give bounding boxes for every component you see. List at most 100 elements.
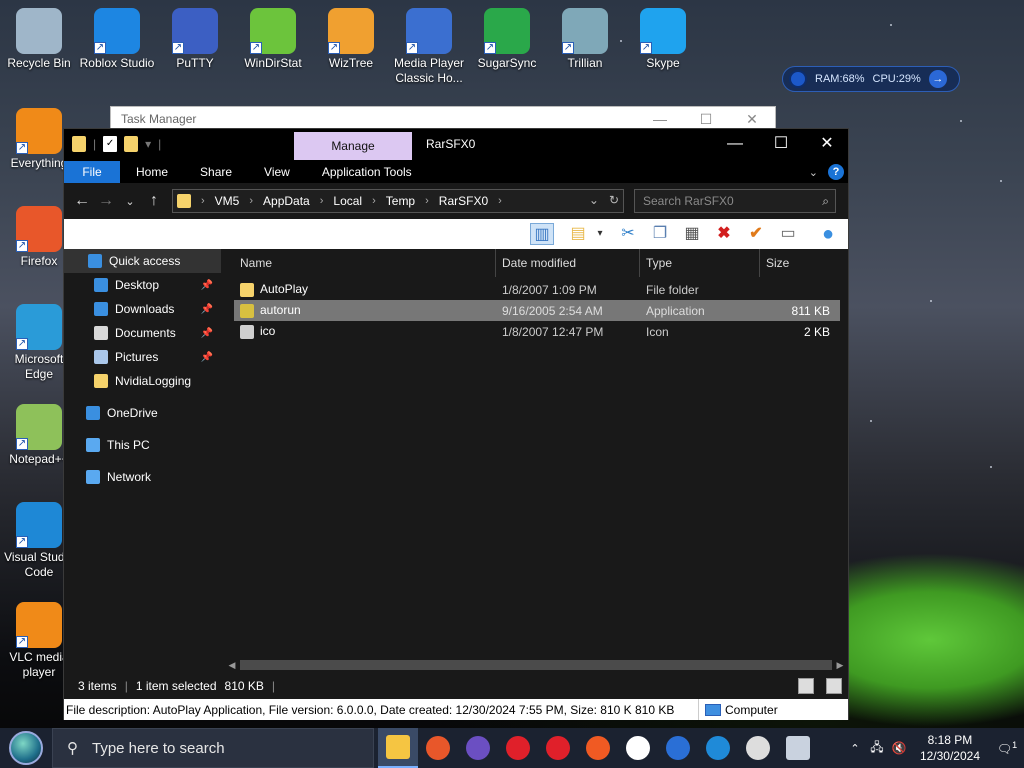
- tab-file[interactable]: File: [64, 161, 120, 183]
- tab-home[interactable]: Home: [120, 161, 184, 183]
- file-row[interactable]: ico 1/8/2007 12:47 PM Icon 2 KB: [234, 321, 840, 342]
- desktop-shortcut[interactable]: ↗ Skype: [624, 8, 702, 71]
- show-hidden-icons-icon[interactable]: ⌃: [844, 742, 866, 755]
- application-icon: [240, 303, 254, 318]
- breadcrumb-vm5[interactable]: VM5: [215, 194, 240, 208]
- details-view-icon[interactable]: [798, 678, 814, 694]
- scroll-right-icon[interactable]: ▶: [832, 657, 848, 673]
- sidebar-item-label: Downloads: [115, 302, 175, 316]
- recent-locations-icon[interactable]: ⌄: [118, 195, 142, 208]
- search-placeholder: Search RarSFX0: [643, 194, 734, 208]
- file-row[interactable]: autorun 9/16/2005 2:54 AM Application 811 K…: [234, 300, 840, 321]
- up-arrow-icon[interactable]: ↑: [142, 192, 166, 210]
- rename-check-icon[interactable]: ✔: [744, 223, 768, 245]
- documents-icon: [94, 326, 108, 340]
- system-monitor-widget[interactable]: RAM:68% CPU:29% →: [782, 66, 960, 92]
- globe-icon[interactable]: ●: [816, 223, 840, 245]
- breadcrumb-temp[interactable]: Temp: [386, 194, 415, 208]
- desktop-shortcut[interactable]: ↗ WizTree: [312, 8, 390, 71]
- recycle-bin-icon: [16, 8, 62, 54]
- column-type[interactable]: Type: [640, 249, 760, 277]
- shortcut-arrow-icon: ↗: [16, 338, 28, 350]
- taskbar-app[interactable]: [458, 728, 498, 768]
- tab-application-tools[interactable]: Application Tools: [306, 161, 428, 183]
- properties-icon[interactable]: ✓: [103, 136, 118, 152]
- paste-icon[interactable]: ▦: [680, 223, 704, 245]
- cut-icon[interactable]: ✂: [616, 223, 640, 245]
- file-row[interactable]: AutoPlay 1/8/2007 1:09 PM File folder: [234, 279, 840, 300]
- desktop-shortcut[interactable]: ↗ Trillian: [546, 8, 624, 71]
- customize-toolbar-icon[interactable]: ▾: [145, 137, 151, 151]
- taskbar-app[interactable]: [618, 728, 658, 768]
- taskbar-app[interactable]: [738, 728, 778, 768]
- taskbar-app[interactable]: [498, 728, 538, 768]
- help-icon[interactable]: ?: [828, 164, 844, 180]
- sidebar-item-label: Network: [107, 470, 152, 484]
- breadcrumb-rarsfx0[interactable]: RarSFX0: [439, 194, 488, 208]
- column-date-modified[interactable]: Date modified: [496, 249, 640, 277]
- taskbar-app[interactable]: [658, 728, 698, 768]
- volume-muted-icon[interactable]: 🔇: [888, 741, 910, 755]
- notifications-icon[interactable]: 🗨1: [990, 740, 1024, 756]
- new-folder-icon[interactable]: [124, 136, 139, 152]
- refresh-icon[interactable]: ↻: [609, 193, 619, 207]
- taskbar-app[interactable]: [538, 728, 578, 768]
- taskbar-search-box[interactable]: ⚲ Type here to search: [52, 728, 374, 768]
- column-size[interactable]: Size: [760, 249, 838, 277]
- manage-contextual-tab[interactable]: Manage: [294, 132, 412, 160]
- clock[interactable]: 8:18 PM 12/30/2024: [910, 732, 990, 764]
- sidebar-item[interactable]: Documents 📌: [64, 321, 221, 345]
- large-icons-view-icon[interactable]: [826, 678, 842, 694]
- desktop-shortcut[interactable]: ↗ Media Player Classic Ho...: [390, 8, 468, 86]
- search-input[interactable]: Search RarSFX0 ⌕: [634, 189, 836, 213]
- desktop-shortcut[interactable]: ↗ PuTTY: [156, 8, 234, 71]
- back-arrow-icon[interactable]: ←: [70, 192, 94, 210]
- address-dropdown-icon[interactable]: ⌄: [589, 193, 599, 207]
- sidebar-item[interactable]: NvidiaLogging: [64, 369, 221, 393]
- minimize-icon[interactable]: —: [712, 129, 758, 161]
- move-to-icon[interactable]: ▤: [566, 223, 590, 245]
- desktop-shortcut[interactable]: ↗ SugarSync: [468, 8, 546, 71]
- network-icon[interactable]: 🖧: [866, 738, 888, 759]
- sidebar-item[interactable]: Pictures 📌: [64, 345, 221, 369]
- sidebar-item[interactable]: Network: [64, 465, 221, 489]
- sidebar-item[interactable]: This PC: [64, 433, 221, 457]
- expand-ribbon-icon[interactable]: ⌄: [809, 166, 818, 179]
- desktop-shortcut[interactable]: ↗ WinDirStat: [234, 8, 312, 71]
- pin-icon: 📌: [200, 279, 213, 291]
- close-icon[interactable]: ✕: [804, 129, 850, 161]
- sidebar-item[interactable]: Desktop 📌: [64, 273, 221, 297]
- breadcrumb-appdata[interactable]: AppData: [263, 194, 310, 208]
- sidebar-item[interactable]: Downloads 📌: [64, 297, 221, 321]
- scroll-thumb[interactable]: [240, 660, 832, 670]
- title-bar[interactable]: | ✓ ▾ | Manage RarSFX0 — ☐ ✕: [64, 129, 848, 161]
- delete-icon[interactable]: ✖: [712, 223, 736, 245]
- copy-icon[interactable]: ❐: [648, 223, 672, 245]
- taskbar-app[interactable]: [418, 728, 458, 768]
- sidebar-item[interactable]: Quick access: [64, 249, 221, 273]
- tab-share[interactable]: Share: [184, 161, 248, 183]
- taskbar-app[interactable]: [778, 728, 818, 768]
- taskbar-app[interactable]: [378, 728, 418, 768]
- scroll-left-icon[interactable]: ◀: [224, 657, 240, 673]
- sidebar-item[interactable]: OneDrive: [64, 401, 221, 425]
- tab-view[interactable]: View: [248, 161, 306, 183]
- taskbar-app[interactable]: [698, 728, 738, 768]
- horizontal-scrollbar[interactable]: ◀ ▶: [224, 657, 848, 673]
- close-icon[interactable]: ✕: [729, 111, 775, 128]
- desktop-shortcut[interactable]: Recycle Bin: [0, 8, 78, 71]
- properties-icon[interactable]: ▭: [776, 223, 800, 245]
- start-button[interactable]: [0, 728, 52, 768]
- preview-pane-icon[interactable]: ▥: [530, 223, 554, 245]
- maximize-icon[interactable]: ☐: [758, 129, 804, 161]
- desktop-shortcut[interactable]: ↗ Roblox Studio: [78, 8, 156, 71]
- breadcrumb-local[interactable]: Local: [333, 194, 362, 208]
- minimize-icon[interactable]: —: [637, 111, 683, 128]
- dropdown-arrow-icon[interactable]: ▾: [588, 223, 612, 245]
- forward-arrow-icon[interactable]: →: [94, 192, 118, 210]
- arrow-right-icon[interactable]: →: [928, 70, 947, 88]
- address-bar[interactable]: › VM5 › AppData › Local › Temp › RarSFX0…: [172, 189, 624, 213]
- column-name[interactable]: Name: [234, 249, 496, 277]
- maximize-icon[interactable]: ☐: [683, 111, 729, 128]
- taskbar-app[interactable]: [578, 728, 618, 768]
